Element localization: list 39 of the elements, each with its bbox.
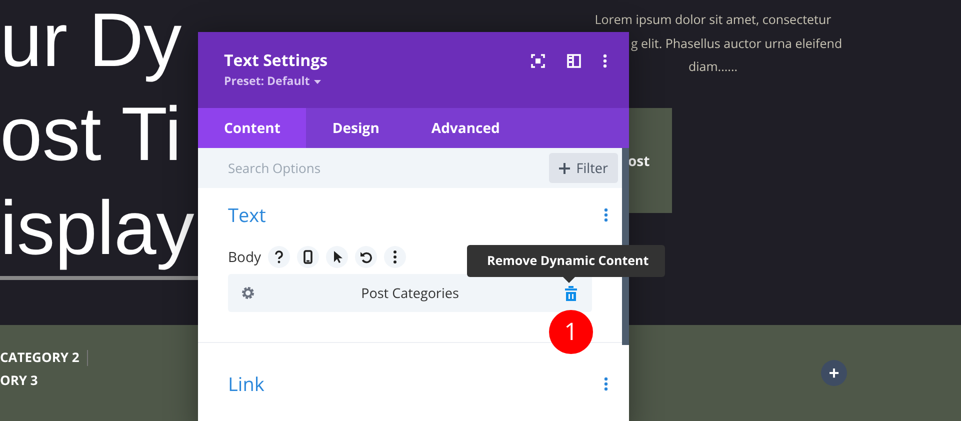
post-title-text: isplay — [0, 185, 194, 273]
excerpt-text: diam...... — [688, 57, 738, 77]
preset-dropdown[interactable]: Preset: Default — [224, 74, 321, 89]
caret-icon — [314, 80, 321, 84]
excerpt-text: g elit. Phasellus auctor urna eleifend — [631, 34, 842, 54]
filter-button[interactable]: Filter — [549, 153, 618, 183]
tab[interactable]: Advanced — [405, 108, 526, 148]
plus-icon — [559, 162, 570, 174]
cursor-button[interactable] — [326, 246, 348, 268]
card-title-text: ost — [628, 152, 650, 171]
focus-icon[interactable] — [531, 54, 545, 68]
dynamic-content-field[interactable]: Post Categories — [228, 274, 592, 312]
field-label: Body — [228, 248, 262, 266]
dynamic-value-text: Post Categories — [361, 284, 459, 302]
phone-icon — [301, 250, 316, 264]
tooltip-pointer-icon — [563, 277, 575, 283]
more-button[interactable] — [384, 246, 406, 268]
more-icon[interactable] — [604, 377, 608, 391]
post-title-text: ur Dy — [0, 0, 182, 85]
category-link[interactable]: ORY 3 — [0, 371, 38, 390]
add-button[interactable]: + — [821, 360, 847, 386]
search-field[interactable]: Search Options — [228, 159, 428, 177]
trash-icon[interactable] — [564, 286, 578, 300]
tab[interactable]: Content — [198, 108, 306, 148]
post-title-text: ost Ti — [0, 91, 182, 179]
gear-icon[interactable] — [240, 285, 256, 301]
section-toggle[interactable]: Text — [228, 202, 266, 228]
section-toggle[interactable]: Link — [228, 371, 264, 397]
undo-button[interactable] — [355, 246, 378, 268]
more-icon[interactable] — [603, 54, 607, 68]
category-link[interactable]: CATEGORY 2 — [0, 348, 80, 367]
help-button[interactable] — [268, 246, 290, 268]
layout-icon[interactable] — [567, 54, 581, 68]
undo-icon — [359, 250, 374, 264]
phone-button[interactable] — [297, 246, 320, 268]
panel-title: Text Settings — [224, 49, 328, 71]
more-icon[interactable] — [604, 208, 608, 222]
excerpt-text: Lorem ipsum dolor sit amet, consectetur — [594, 10, 832, 30]
tab[interactable]: Design — [306, 108, 406, 148]
